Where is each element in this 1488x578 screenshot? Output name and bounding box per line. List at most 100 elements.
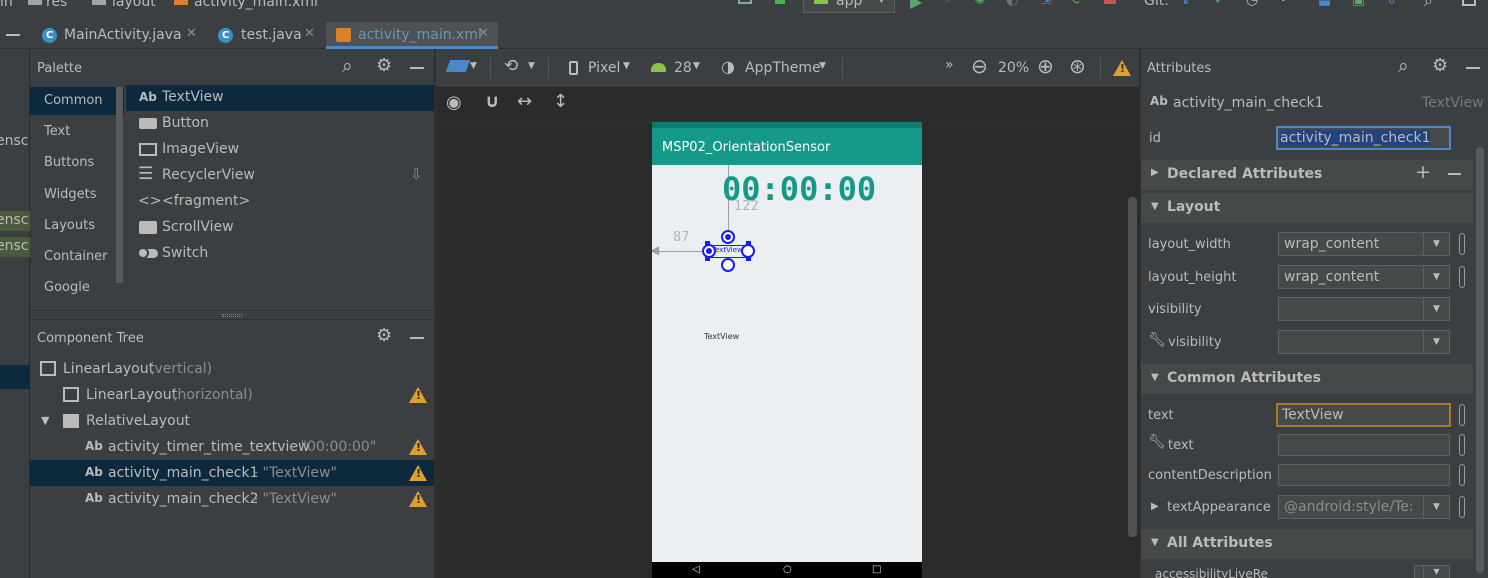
anchor-bottom[interactable] [721,258,735,272]
warning-icon[interactable] [409,465,427,481]
id-field[interactable]: activity_main_check1 [1276,126,1451,150]
tree-row[interactable]: ▼ RelativeLayout [30,408,434,434]
eye-icon[interactable]: ◉ [446,92,462,113]
git-commit-icon[interactable]: ✓ [1214,0,1226,8]
minimize-icon[interactable] [1466,67,1480,69]
category-scrollbar[interactable] [116,87,123,283]
device-file-icon[interactable]: ⇩ [1386,0,1398,8]
stop-icon[interactable] [1104,0,1116,4]
tree-row[interactable]: Ab activity_timer_time_textview - "00:00… [30,434,434,460]
make-project-icon[interactable] [738,0,752,4]
chevron-down-icon[interactable]: ▼ [470,61,477,71]
section-all-header[interactable]: ▼ All Attributes [1141,529,1473,559]
resource-picker-button[interactable] [1459,464,1465,486]
warning-icon[interactable] [409,439,427,455]
text-appearance-select[interactable]: @android:style/Te: ▼ [1278,495,1450,519]
search-icon[interactable]: ⌕ [342,55,353,77]
canvas-scrollbar[interactable] [1128,197,1137,537]
search-icon[interactable]: ⌕ [1424,0,1433,11]
collapsed-arrow-icon[interactable]: ▶ [1151,501,1159,512]
run-config-select[interactable]: app ▼ [803,0,895,13]
layout-height-select[interactable]: wrap_content ▼ [1278,265,1450,289]
expand-arrow-icon[interactable]: ▼ [41,414,49,427]
tab-activity-main[interactable]: activity_main.xml ✕ [326,22,498,49]
minimize-icon[interactable] [410,337,424,339]
layers-icon[interactable] [445,60,471,72]
gear-icon[interactable]: ⚙ [376,325,392,346]
theme-select[interactable]: AppTheme [745,60,821,76]
category-google[interactable]: Google [44,280,90,295]
tree-row[interactable]: LinearLayout (vertical) [30,356,434,382]
category-text[interactable]: Text [44,124,70,139]
api-select[interactable]: 28 [674,60,692,76]
add-icon[interactable]: + [1415,161,1431,183]
sync-icon[interactable]: ⟳ [1072,0,1084,8]
chevron-down-icon[interactable]: ▼ [819,61,826,71]
attributes-scrollbar[interactable] [1476,147,1484,573]
palette-item-textview[interactable]: Ab TextView [126,85,434,111]
chevron-down-icon[interactable]: ▼ [623,61,630,71]
warning-icon[interactable] [1113,60,1131,76]
revert-icon[interactable]: ↶ [1280,0,1292,8]
zoom-in-icon[interactable]: ⊕ [1037,54,1054,78]
palette-item-scrollview[interactable]: ScrollView [126,215,434,241]
resource-picker-button[interactable] [1459,434,1465,456]
avd-manager-icon[interactable]: ▣ [1352,0,1365,8]
project-item-fragment[interactable]: ensc [0,133,28,149]
profile-icon[interactable]: ◐ [1006,0,1018,8]
tree-row[interactable]: Ab activity_main_check2 - "TextView" [30,486,434,512]
zoom-out-icon[interactable]: ⊖ [971,54,988,78]
chevron-down-icon[interactable]: ▼ [693,61,700,71]
content-description-field[interactable] [1278,464,1450,486]
zoom-fit-icon[interactable]: ⊛ [1069,54,1086,78]
rotate-icon[interactable]: ⟲ [504,56,518,76]
apply-changes-icon[interactable]: ⚡ [943,0,953,8]
breadcrumb-seg3[interactable]: layout [112,0,156,10]
category-widgets[interactable]: Widgets [44,187,97,202]
sdk-manager-icon[interactable]: ⬓ [1318,0,1331,8]
warning-icon[interactable] [409,387,427,403]
run-icon[interactable]: ▶ [910,0,922,11]
history-icon[interactable]: ◷ [1246,0,1258,8]
debug-icon[interactable]: ✺ [974,0,986,8]
accessibility-live-region-select[interactable]: ▼ [1414,565,1450,578]
device-preview[interactable]: MSP02_OrientationSensor 00:00:00 122 87 … [652,122,922,578]
section-declared-header[interactable]: ▶ Declared Attributes + [1141,160,1473,190]
breadcrumb-seg4[interactable]: activity_main.xml [194,0,318,10]
category-common[interactable]: Common [30,87,124,115]
layout-width-select[interactable]: wrap_content ▼ [1278,232,1450,256]
section-layout-header[interactable]: ▼ Layout [1141,193,1473,223]
magnet-icon[interactable]: ∪ [485,91,500,112]
resource-picker-button[interactable] [1459,266,1465,288]
category-containers[interactable]: Container [44,249,120,264]
gear-icon[interactable]: ⚙ [376,55,392,76]
project-item-fragment[interactable]: ensc [0,238,28,254]
attach-debugger-icon[interactable]: ⇲ [1040,0,1052,8]
gear-icon[interactable]: ⚙ [1432,55,1448,76]
tools-visibility-select[interactable]: ▼ [1278,330,1450,354]
more-icon[interactable]: » [945,57,954,73]
project-item-fragment[interactable]: ensc [0,212,28,228]
warning-icon[interactable] [409,491,427,507]
close-icon[interactable]: ✕ [478,26,489,41]
visibility-select[interactable]: ▼ [1278,297,1450,321]
vertical-arrows-icon[interactable]: ↕ [553,91,568,112]
tree-row[interactable]: LinearLayout (horizontal) [30,382,434,408]
resize-handle[interactable] [746,256,751,261]
palette-item-fragment[interactable]: <> <fragment> [126,189,434,215]
project-item-selected[interactable] [0,365,30,389]
hammer-icon[interactable] [775,0,785,4]
palette-item-button[interactable]: Button [126,111,434,137]
resource-picker-button[interactable] [1459,496,1465,518]
resource-picker-button[interactable] [1459,233,1465,255]
breadcrumb-seg2[interactable]: res [46,0,67,10]
palette-item-switch[interactable]: Switch [126,241,434,267]
minimize-icon[interactable] [410,67,424,69]
resize-handle[interactable] [746,241,751,246]
close-icon[interactable]: ✕ [304,26,315,41]
tab-test[interactable]: C test.java ✕ [208,22,326,49]
download-icon[interactable]: ⇩ [410,165,423,183]
git-update-icon[interactable]: ↙ [1182,0,1194,8]
horizontal-arrows-icon[interactable]: ↔ [517,91,532,112]
section-common-header[interactable]: ▼ Common Attributes [1141,364,1473,394]
